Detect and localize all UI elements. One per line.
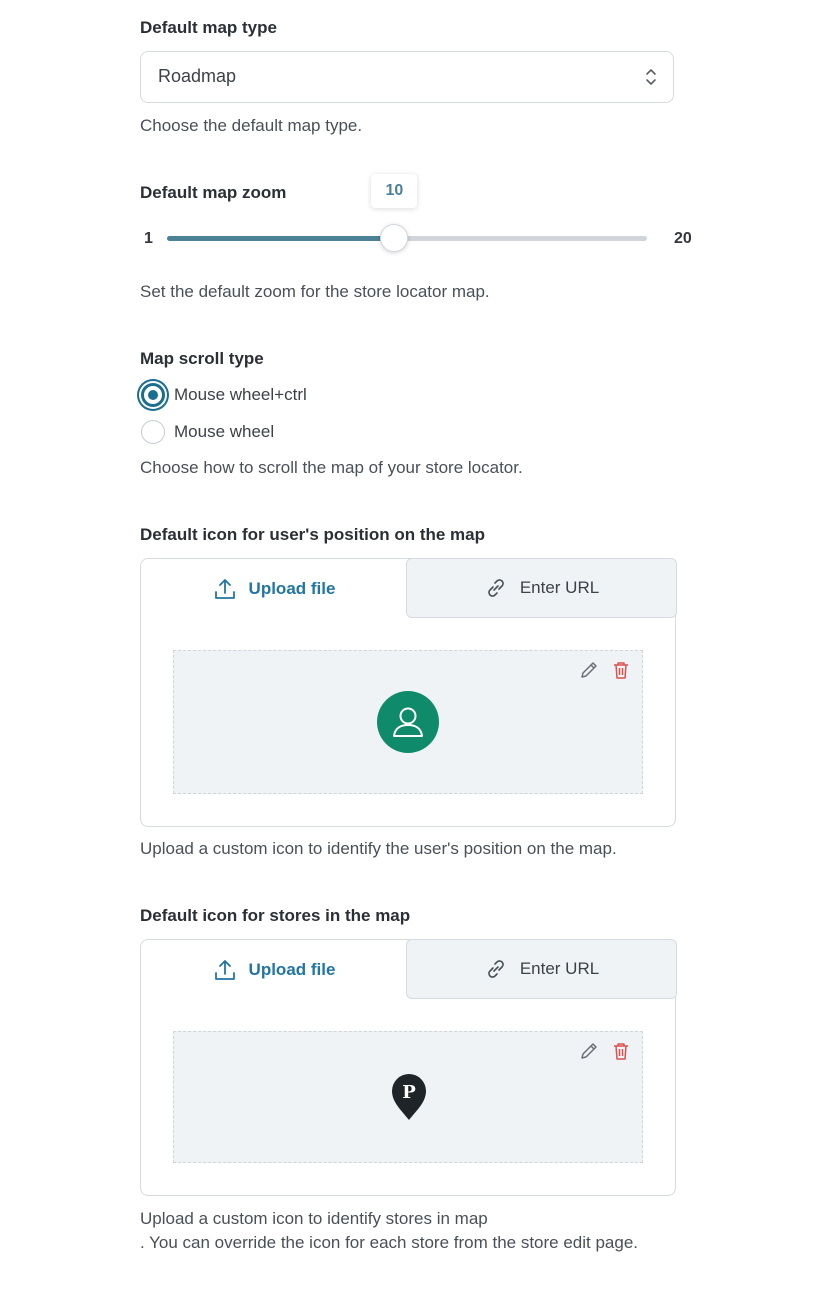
user-icon-url-tab[interactable]: Enter URL [406,558,677,618]
store-icon-url-label: Enter URL [519,959,600,978]
radio-button-mouse-wheel-ctrl[interactable] [141,383,165,407]
radio-label-mouse-wheel-ctrl: Mouse wheel+ctrl [174,385,307,404]
chevron-up-down-icon [645,66,657,93]
radio-option-mouse-wheel[interactable]: Mouse wheel [141,419,274,445]
user-icon-upload-tab[interactable]: Upload file [141,559,407,618]
map-pin-letter: P [402,1082,416,1103]
store-icon-upload-card: Upload file Enter URL P [140,939,677,1196]
radio-button-mouse-wheel[interactable] [141,420,165,444]
radio-option-mouse-wheel-ctrl[interactable]: Mouse wheel+ctrl [141,382,307,408]
zoom-min-label: 1 [144,230,153,247]
upload-icon [214,578,235,599]
map-type-select[interactable]: Roadmap [140,51,674,103]
user-icon-upload-label: Upload file [248,578,336,598]
scroll-type-label: Map scroll type [140,349,264,368]
map-type-label: Default map type [140,18,277,37]
user-icon-upload-card: Upload file Enter URL [140,558,677,827]
zoom-max-label: 20 [674,230,692,247]
link-icon [487,579,504,597]
user-avatar-icon [377,691,439,753]
store-icon-label: Default icon for stores in the map [140,906,411,925]
zoom-label: Default map zoom [140,183,287,202]
trash-icon[interactable] [610,1040,632,1062]
store-icon-url-tab[interactable]: Enter URL [406,939,677,999]
map-pin-icon: P [391,1073,427,1126]
radio-label-mouse-wheel: Mouse wheel [174,422,275,441]
scroll-type-description: Choose how to scroll the map of your sto… [140,458,523,477]
map-type-description: Choose the default map type. [140,116,363,135]
pencil-icon[interactable] [578,659,600,681]
user-icon-url-label: Enter URL [519,578,600,597]
store-icon-upload-label: Upload file [248,959,336,979]
zoom-value-tooltip: 10 [371,174,418,208]
upload-icon [214,959,235,980]
store-icon-upload-tab[interactable]: Upload file [141,940,407,999]
trash-icon[interactable] [610,659,632,681]
zoom-slider-handle[interactable] [380,224,409,252]
store-icon-preview: P [173,1031,643,1163]
store-icon-description-line2: . You can override the icon for each sto… [140,1233,639,1252]
pencil-icon[interactable] [578,1040,600,1062]
user-icon-label: Default icon for user's position on the … [140,525,486,544]
store-icon-description-line1: Upload a custom icon to identify stores … [140,1209,488,1228]
zoom-description: Set the default zoom for the store locat… [140,282,490,301]
link-icon [487,960,504,978]
user-icon-description: Upload a custom icon to identify the use… [140,839,617,858]
map-type-selected-value: Roadmap [158,66,237,86]
user-icon-preview [173,650,643,794]
zoom-slider-fill [167,236,395,241]
